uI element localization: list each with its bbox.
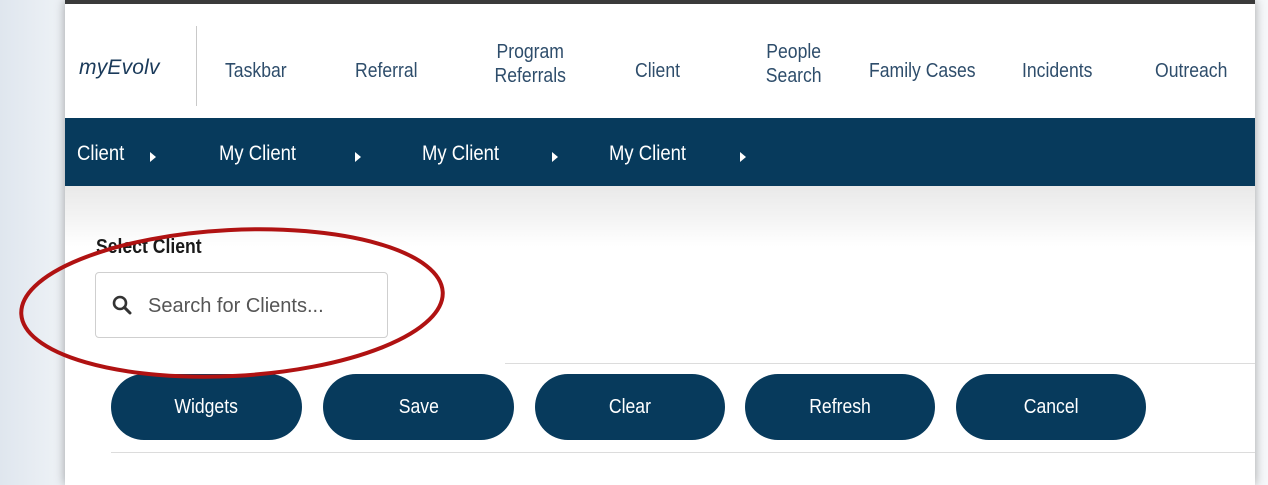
client-search-field[interactable] — [95, 272, 388, 339]
caret-right-icon — [552, 152, 558, 162]
nav-item-taskbar[interactable]: Taskbar — [225, 59, 287, 83]
refresh-button-label: Refresh — [809, 395, 871, 418]
brand-divider — [196, 26, 197, 106]
cancel-button-label: Cancel — [1023, 395, 1079, 418]
breadcrumb-item-client[interactable]: Client — [77, 142, 124, 166]
clear-button-label: Clear — [608, 395, 652, 418]
cancel-button[interactable]: Cancel — [956, 374, 1146, 440]
main-content: Select Client Widgets Save Clear Refresh… — [65, 186, 1255, 485]
nav-item-family-cases[interactable]: Family Cases — [869, 59, 976, 83]
divider — [111, 452, 1255, 453]
caret-right-icon — [150, 152, 156, 162]
breadcrumb-item-my-client[interactable]: My Client — [609, 142, 686, 166]
clear-button[interactable]: Clear — [535, 374, 725, 440]
breadcrumb-item-my-client[interactable]: My Client — [219, 142, 296, 166]
nav-item-program-referrals[interactable]: Program Referrals — [488, 40, 572, 88]
breadcrumb-item-my-client[interactable]: My Client — [422, 142, 499, 166]
search-input[interactable] — [146, 273, 385, 339]
divider — [505, 363, 1255, 364]
nav-item-outreach[interactable]: Outreach — [1155, 59, 1227, 83]
brand-logo[interactable]: myEvolv — [79, 56, 160, 80]
search-icon — [112, 295, 132, 315]
refresh-button[interactable]: Refresh — [745, 374, 935, 440]
caret-right-icon — [740, 152, 746, 162]
save-button[interactable]: Save — [323, 374, 514, 440]
top-navigation: myEvolv Taskbar Referral Program Referra… — [65, 4, 1255, 118]
nav-item-incidents[interactable]: Incidents — [1022, 59, 1092, 83]
nav-item-referral[interactable]: Referral — [355, 59, 418, 83]
nav-item-client[interactable]: Client — [635, 59, 680, 83]
widgets-button-label: Widgets — [174, 395, 239, 418]
app-window: myEvolv Taskbar Referral Program Referra… — [65, 0, 1255, 485]
breadcrumb: Client My Client My Client My Client — [65, 118, 1255, 186]
nav-item-people-search[interactable]: People Search — [762, 40, 825, 88]
select-client-label: Select Client — [96, 236, 202, 258]
widgets-button[interactable]: Widgets — [111, 374, 302, 440]
save-button-label: Save — [398, 395, 439, 418]
caret-right-icon — [355, 152, 361, 162]
